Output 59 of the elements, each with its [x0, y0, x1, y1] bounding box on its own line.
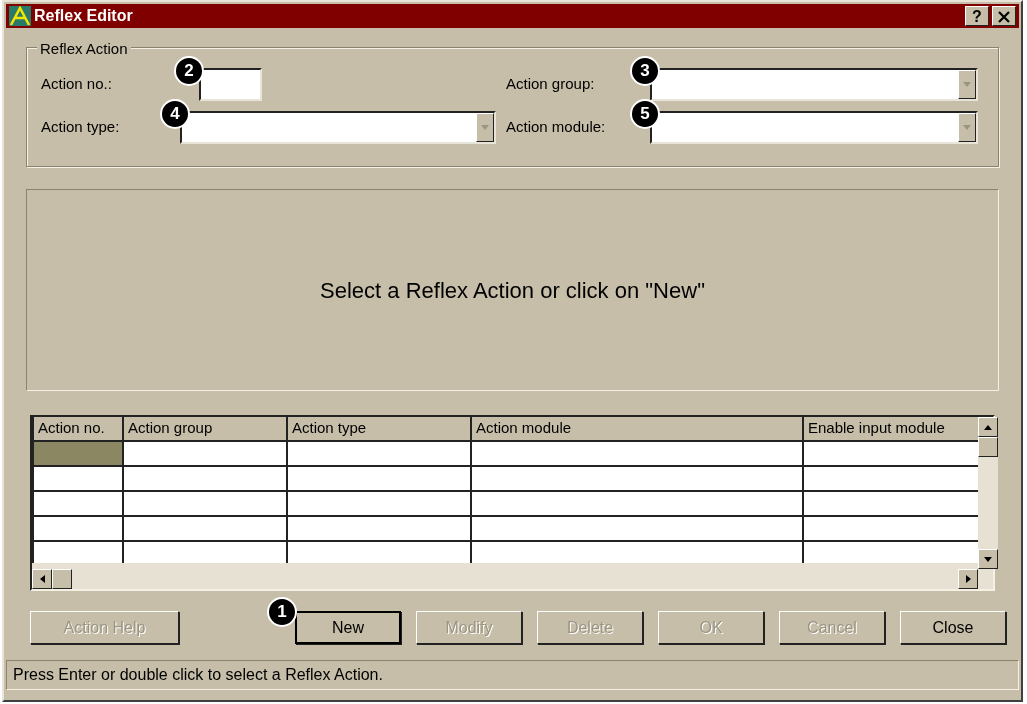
instruction-message: Select a Reflex Action or click on "New" — [320, 276, 705, 305]
field-label: Action no.: — [41, 74, 113, 95]
table-cell[interactable] — [471, 541, 803, 563]
table-cell[interactable] — [471, 466, 803, 491]
table-cell[interactable] — [123, 466, 287, 491]
table-cell[interactable] — [803, 516, 978, 541]
column-header[interactable]: Action no. — [33, 417, 123, 441]
column-header[interactable]: Action module — [471, 417, 803, 441]
app-logo-icon — [9, 6, 31, 26]
column-header[interactable]: Enable input module — [803, 417, 978, 441]
status-text: Press Enter or double click to select a Reflex Action. — [13, 666, 383, 683]
scroll-thumb[interactable] — [978, 437, 998, 457]
scroll-right-icon[interactable] — [965, 575, 971, 583]
column-header[interactable]: Action type — [287, 417, 471, 441]
table-cell[interactable] — [287, 466, 471, 491]
close-icon[interactable] — [992, 6, 1016, 26]
table-cell[interactable] — [123, 441, 287, 466]
table-cell[interactable] — [123, 516, 287, 541]
dialog-button[interactable]: Close — [900, 611, 1006, 644]
table-cell[interactable] — [33, 516, 123, 541]
callout-marker: 5 — [630, 99, 660, 129]
help-button[interactable]: ? — [965, 6, 989, 26]
table-cell[interactable] — [287, 441, 471, 466]
field-label: Action type: — [41, 117, 121, 138]
table-cell[interactable] — [803, 441, 978, 466]
table-cell[interactable] — [803, 541, 978, 563]
table-cell[interactable] — [123, 491, 287, 516]
table-cell[interactable] — [33, 491, 123, 516]
column-header[interactable]: Action group — [123, 417, 287, 441]
field-label: Action module: — [506, 117, 607, 138]
text-field[interactable] — [199, 68, 262, 101]
table-cell[interactable] — [803, 491, 978, 516]
dropdown-field[interactable] — [650, 68, 978, 101]
table-cell[interactable] — [33, 441, 123, 466]
callout-marker: 3 — [630, 56, 660, 86]
scroll-thumb[interactable] — [52, 569, 72, 589]
callout-marker: 2 — [174, 56, 204, 86]
table-cell[interactable] — [123, 541, 287, 563]
scroll-down-icon[interactable] — [984, 556, 992, 562]
table-cell[interactable] — [287, 491, 471, 516]
scroll-left-icon[interactable] — [39, 575, 45, 583]
table-cell[interactable] — [471, 441, 803, 466]
table-cell[interactable] — [803, 466, 978, 491]
callout-marker: 4 — [160, 99, 190, 129]
table-cell[interactable] — [33, 466, 123, 491]
vertical-scrollbar[interactable] — [978, 417, 998, 569]
table-cell[interactable] — [471, 491, 803, 516]
table-cell[interactable] — [471, 516, 803, 541]
dropdown-field[interactable] — [180, 111, 496, 144]
scroll-up-icon[interactable] — [984, 424, 992, 430]
dropdown-field[interactable] — [650, 111, 978, 144]
horizontal-scrollbar[interactable] — [32, 569, 978, 589]
callout-marker: 1 — [267, 597, 297, 627]
table-cell[interactable] — [33, 541, 123, 563]
table-cell[interactable] — [287, 541, 471, 563]
field-label: Action group: — [506, 74, 596, 95]
table-cell[interactable] — [287, 516, 471, 541]
window-title: Reflex Editor — [34, 6, 134, 26]
dialog-button[interactable]: New — [295, 611, 401, 644]
